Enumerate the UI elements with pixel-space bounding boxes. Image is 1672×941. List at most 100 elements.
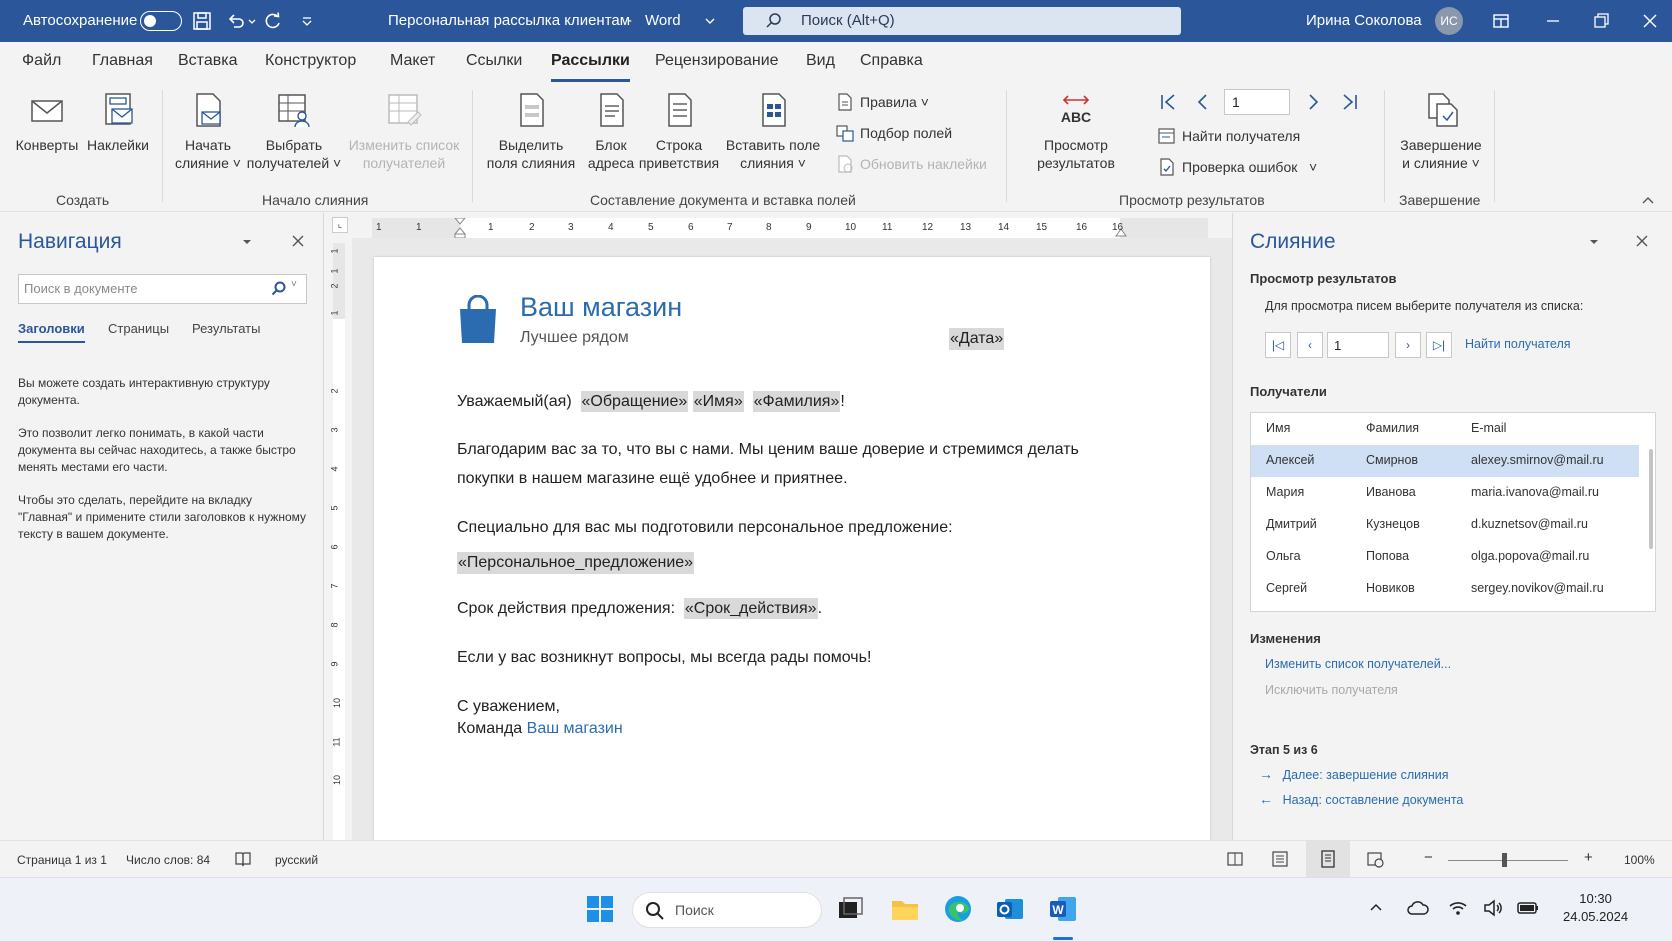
column-header[interactable]: Имя <box>1266 421 1290 435</box>
match-fields-button[interactable]: Подбор полей <box>836 123 952 143</box>
table-row[interactable]: Мария Иванова maria.ivanova@mail.ru <box>1251 477 1639 509</box>
update-labels-button[interactable]: Обновить наклейки <box>836 154 987 174</box>
insert-merge-field-button[interactable]: Вставить поле слияния ˅ <box>722 92 824 172</box>
web-layout-icon[interactable] <box>1365 849 1385 869</box>
close-pane-icon[interactable] <box>1634 233 1650 249</box>
envelopes-button[interactable]: Конверты <box>12 92 82 154</box>
onedrive-cloud-icon[interactable] <box>1407 898 1429 918</box>
autosave-toggle[interactable] <box>140 11 182 31</box>
tab-references[interactable]: Ссылки <box>466 52 522 70</box>
zoom-level[interactable]: 100% <box>1624 853 1655 867</box>
tab-review[interactable]: Рецензирование <box>655 52 779 70</box>
merge-field-offer[interactable]: «Персональное_предложение» <box>457 552 695 574</box>
file-explorer-icon[interactable] <box>890 894 920 924</box>
edit-recipient-list-button[interactable]: Изменить список получателей <box>348 92 460 172</box>
wifi-icon[interactable] <box>1448 898 1468 918</box>
save-icon[interactable] <box>192 11 212 31</box>
highlight-fields-button[interactable]: Выделить поля слияния <box>482 92 580 172</box>
zoom-in-button[interactable]: + <box>1584 849 1593 866</box>
edge-browser-icon[interactable] <box>943 894 973 924</box>
redo-icon[interactable] <box>263 11 283 31</box>
check-errors-button[interactable]: Проверка ошибок ˅ <box>1158 157 1317 177</box>
labels-button[interactable]: Наклейки <box>82 92 154 154</box>
merge-field-validity[interactable]: «Срок_действия» <box>683 598 818 619</box>
start-merge-button[interactable]: Начать слияние ˅ <box>172 92 244 172</box>
outlook-icon[interactable] <box>995 894 1025 924</box>
previous-step-link[interactable]: ← Назад: составление документа <box>1259 791 1463 807</box>
merge-field-surname[interactable]: «Фамилия» <box>752 391 841 412</box>
chevron-up-icon[interactable] <box>1368 900 1384 916</box>
print-layout-icon[interactable] <box>1318 849 1338 869</box>
select-recipients-button[interactable]: Выбрать получателей ˅ <box>245 92 343 172</box>
title-chevron-down-icon[interactable] <box>700 11 720 31</box>
ribbon-display-icon[interactable] <box>1491 11 1511 31</box>
zoom-slider-thumb[interactable] <box>1502 853 1507 867</box>
first-record-icon[interactable] <box>1158 92 1178 112</box>
exclude-recipient-link[interactable]: Исключить получателя <box>1265 683 1398 697</box>
word-count[interactable]: Число слов: 84 <box>126 853 210 867</box>
indent-marker-icon[interactable] <box>454 218 466 238</box>
tab-stop-selector[interactable]: ⌞ <box>332 217 348 233</box>
language[interactable]: русский <box>275 853 318 867</box>
customize-qat-icon[interactable] <box>297 11 317 31</box>
tab-mailings[interactable]: Рассылки <box>551 52 630 82</box>
search-icon[interactable] <box>271 281 287 297</box>
previous-recipient-button[interactable]: ‹ <box>1297 332 1323 358</box>
tab-file[interactable]: Файл <box>22 52 61 70</box>
word-app-icon[interactable]: W <box>1048 894 1078 924</box>
windows-start-icon[interactable] <box>585 894 615 924</box>
tab-pages[interactable]: Страницы <box>108 321 169 336</box>
zoom-out-button[interactable]: − <box>1424 849 1433 866</box>
proofing-book-icon[interactable] <box>234 851 252 867</box>
pane-options-icon[interactable] <box>240 235 254 249</box>
search-dropdown-icon[interactable]: ˅ <box>291 279 297 290</box>
next-step-link[interactable]: → Далее: завершение слияния <box>1259 766 1449 782</box>
next-record-icon[interactable] <box>1303 92 1323 112</box>
tab-help[interactable]: Справка <box>860 52 923 70</box>
search-box[interactable]: Поиск (Alt+Q) <box>743 7 1181 35</box>
task-view-icon[interactable] <box>835 894 865 924</box>
preview-results-button[interactable]: ABC Просмотр результатов <box>1026 92 1126 172</box>
undo-dropdown-icon[interactable] <box>247 11 257 31</box>
collapse-ribbon-icon[interactable] <box>1640 192 1656 208</box>
table-row[interactable]: Сергей Новиков sergey.novikov@mail.ru <box>1251 573 1639 605</box>
undo-icon[interactable] <box>226 11 246 31</box>
document-search-input[interactable]: Поиск в документе ˅ <box>18 274 307 304</box>
recipient-number-input[interactable]: 1 <box>1327 332 1389 358</box>
last-record-icon[interactable] <box>1340 92 1360 112</box>
avatar[interactable]: ИС <box>1435 7 1463 35</box>
last-recipient-button[interactable]: ▷| <box>1426 332 1452 358</box>
tab-design[interactable]: Конструктор <box>265 52 356 70</box>
record-number-input[interactable]: 1 <box>1224 89 1290 115</box>
finish-merge-button[interactable]: Завершение и слияние ˅ <box>1390 92 1492 172</box>
table-row[interactable]: Алексей Смирнов alexey.smirnov@mail.ru <box>1251 445 1639 477</box>
tab-layout[interactable]: Макет <box>390 52 435 70</box>
tab-results[interactable]: Результаты <box>192 321 260 336</box>
column-header[interactable]: E-mail <box>1471 421 1506 435</box>
volume-icon[interactable] <box>1482 898 1504 918</box>
tab-headings[interactable]: Заголовки <box>18 321 85 343</box>
tab-home[interactable]: Главная <box>92 52 153 70</box>
edit-recipient-list-link[interactable]: Изменить список получателей... <box>1265 657 1451 671</box>
tab-insert[interactable]: Вставка <box>178 52 237 70</box>
table-row[interactable]: Ольга Попова olga.popova@mail.ru <box>1251 541 1639 573</box>
first-recipient-button[interactable]: |◁ <box>1265 332 1291 358</box>
table-row[interactable]: Дмитрий Кузнецов d.kuznetsov@mail.ru <box>1251 509 1639 541</box>
merge-field-name[interactable]: «Имя» <box>692 391 744 412</box>
find-recipient-link[interactable]: Найти получателя <box>1465 337 1571 351</box>
address-block-button[interactable]: Блок адреса <box>584 92 638 172</box>
zoom-slider[interactable] <box>1448 860 1568 861</box>
pane-options-icon[interactable] <box>1587 235 1601 249</box>
tab-view[interactable]: Вид <box>806 52 835 70</box>
read-mode-icon[interactable] <box>1270 849 1290 869</box>
minimize-icon[interactable] <box>1543 11 1563 31</box>
close-icon[interactable] <box>1640 11 1660 31</box>
next-recipient-button[interactable]: › <box>1395 332 1421 358</box>
document-page[interactable]: Ваш магазин Лучшее рядом «Дата» Уважаемы… <box>374 257 1210 840</box>
table-scrollbar[interactable] <box>1649 449 1653 549</box>
taskbar-search[interactable]: Поиск <box>632 892 822 928</box>
close-pane-icon[interactable] <box>290 233 306 249</box>
rules-button[interactable]: Правила ˅ <box>836 92 929 112</box>
battery-icon[interactable] <box>1516 899 1540 917</box>
system-clock[interactable]: 10:30 24.05.2024 <box>1563 890 1628 926</box>
